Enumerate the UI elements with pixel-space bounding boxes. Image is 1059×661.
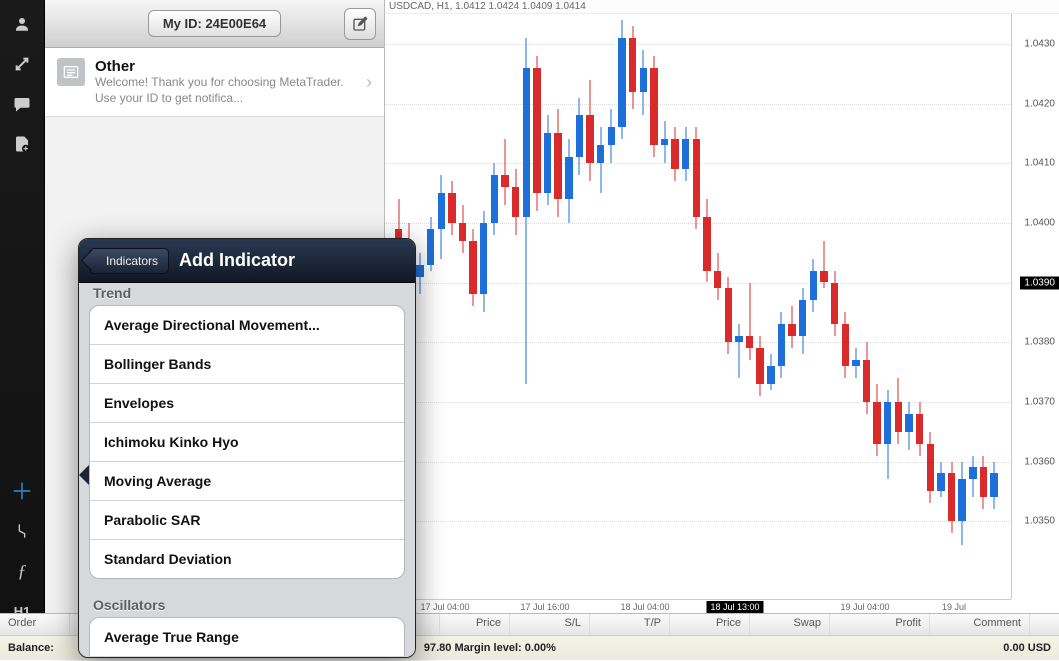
compose-button[interactable]: [344, 8, 376, 40]
indicator-item[interactable]: Bollinger Bands: [90, 345, 404, 384]
y-tick-label: 1.0410: [1024, 158, 1055, 169]
current-time-marker: 18 Jul 13:00: [706, 601, 763, 613]
y-tick-label: 1.0350: [1024, 516, 1055, 527]
indicator-item[interactable]: Average True Range: [90, 618, 404, 656]
message-title: Other: [95, 58, 356, 75]
back-button[interactable]: Indicators: [89, 248, 169, 274]
indicator-item[interactable]: Average Directional Movement...: [90, 306, 404, 345]
popover-header: Indicators Add Indicator: [79, 239, 415, 283]
popover-body[interactable]: TrendAverage Directional Movement...Boll…: [79, 283, 415, 657]
current-price-marker: 1.0390: [1020, 276, 1059, 289]
y-tick-label: 1.0420: [1024, 98, 1055, 109]
my-id-badge[interactable]: My ID: 24E00E64: [148, 10, 281, 37]
indicator-item[interactable]: Envelopes: [90, 384, 404, 423]
orders-column-header[interactable]: T/P: [590, 614, 670, 635]
x-tick-label: 19 Jul 04:00: [840, 602, 889, 612]
orders-column-header[interactable]: Comment: [930, 614, 1030, 635]
x-tick-label: 17 Jul 16:00: [520, 602, 569, 612]
object-icon[interactable]: [4, 513, 40, 549]
indicator-fx-icon[interactable]: ƒ: [4, 553, 40, 589]
add-document-icon[interactable]: [4, 126, 40, 162]
add-indicator-popover: Indicators Add Indicator TrendAverage Di…: [78, 238, 416, 658]
balance-right: 0.00 USD: [1003, 642, 1051, 654]
profile-icon[interactable]: [4, 6, 40, 42]
orders-column-header[interactable]: Price: [440, 614, 510, 635]
orders-column-header[interactable]: Price: [670, 614, 750, 635]
y-tick-label: 1.0360: [1024, 456, 1055, 467]
chevron-right-icon: ›: [366, 72, 372, 93]
expand-icon[interactable]: [4, 46, 40, 82]
x-tick-label: 18 Jul 04:00: [620, 602, 669, 612]
y-tick-label: 1.0370: [1024, 396, 1055, 407]
indicator-item[interactable]: Standard Deviation: [90, 540, 404, 578]
x-tick-label: 17 Jul 04:00: [420, 602, 469, 612]
message-type-icon: [57, 58, 85, 86]
indicator-section-label: Trend: [79, 283, 415, 305]
chart-header-label: USDCAD, H1, 1.0412 1.0424 1.0409 1.0414: [385, 0, 1059, 14]
chat-icon[interactable]: [4, 86, 40, 122]
indicator-item[interactable]: Moving Average: [90, 462, 404, 501]
indicator-list: Average Directional Movement...Bollinger…: [89, 305, 405, 579]
orders-column-header[interactable]: Profit: [830, 614, 930, 635]
crosshair-icon[interactable]: [4, 473, 40, 509]
chart-area: USDCAD, H1, 1.0412 1.0424 1.0409 1.0414 …: [385, 0, 1059, 661]
popover-title: Add Indicator: [179, 250, 295, 271]
left-sidebar: ƒ H1 +: [0, 0, 45, 661]
orders-column-header[interactable]: S/L: [510, 614, 590, 635]
chart-canvas[interactable]: 1.0350 1.0360 1.0370 1.0380 1.0390 1.0400 1.04…: [385, 14, 1059, 639]
indicator-item[interactable]: Parabolic SAR: [90, 501, 404, 540]
indicator-section-label: Oscillators: [79, 589, 415, 617]
y-tick-label: 1.0380: [1024, 337, 1055, 348]
y-tick-label: 1.0400: [1024, 217, 1055, 228]
indicator-item[interactable]: Ichimoku Kinko Hyo: [90, 423, 404, 462]
y-tick-label: 1.0430: [1024, 38, 1055, 49]
y-axis: 1.0350 1.0360 1.0370 1.0380 1.0390 1.0400 1.04…: [1011, 14, 1059, 599]
orders-column-header[interactable]: Swap: [750, 614, 830, 635]
messages-toolbar: My ID: 24E00E64: [45, 0, 384, 48]
message-item[interactable]: Other Welcome! Thank you for choosing Me…: [45, 48, 384, 117]
balance-mid: 97.80 Margin level: 0.00%: [424, 642, 556, 654]
balance-label: Balance:: [8, 642, 54, 654]
orders-column-header[interactable]: Order: [0, 614, 70, 635]
message-text: Welcome! Thank you for choosing MetaTrad…: [95, 75, 356, 106]
indicator-list: Average True Range: [89, 617, 405, 656]
